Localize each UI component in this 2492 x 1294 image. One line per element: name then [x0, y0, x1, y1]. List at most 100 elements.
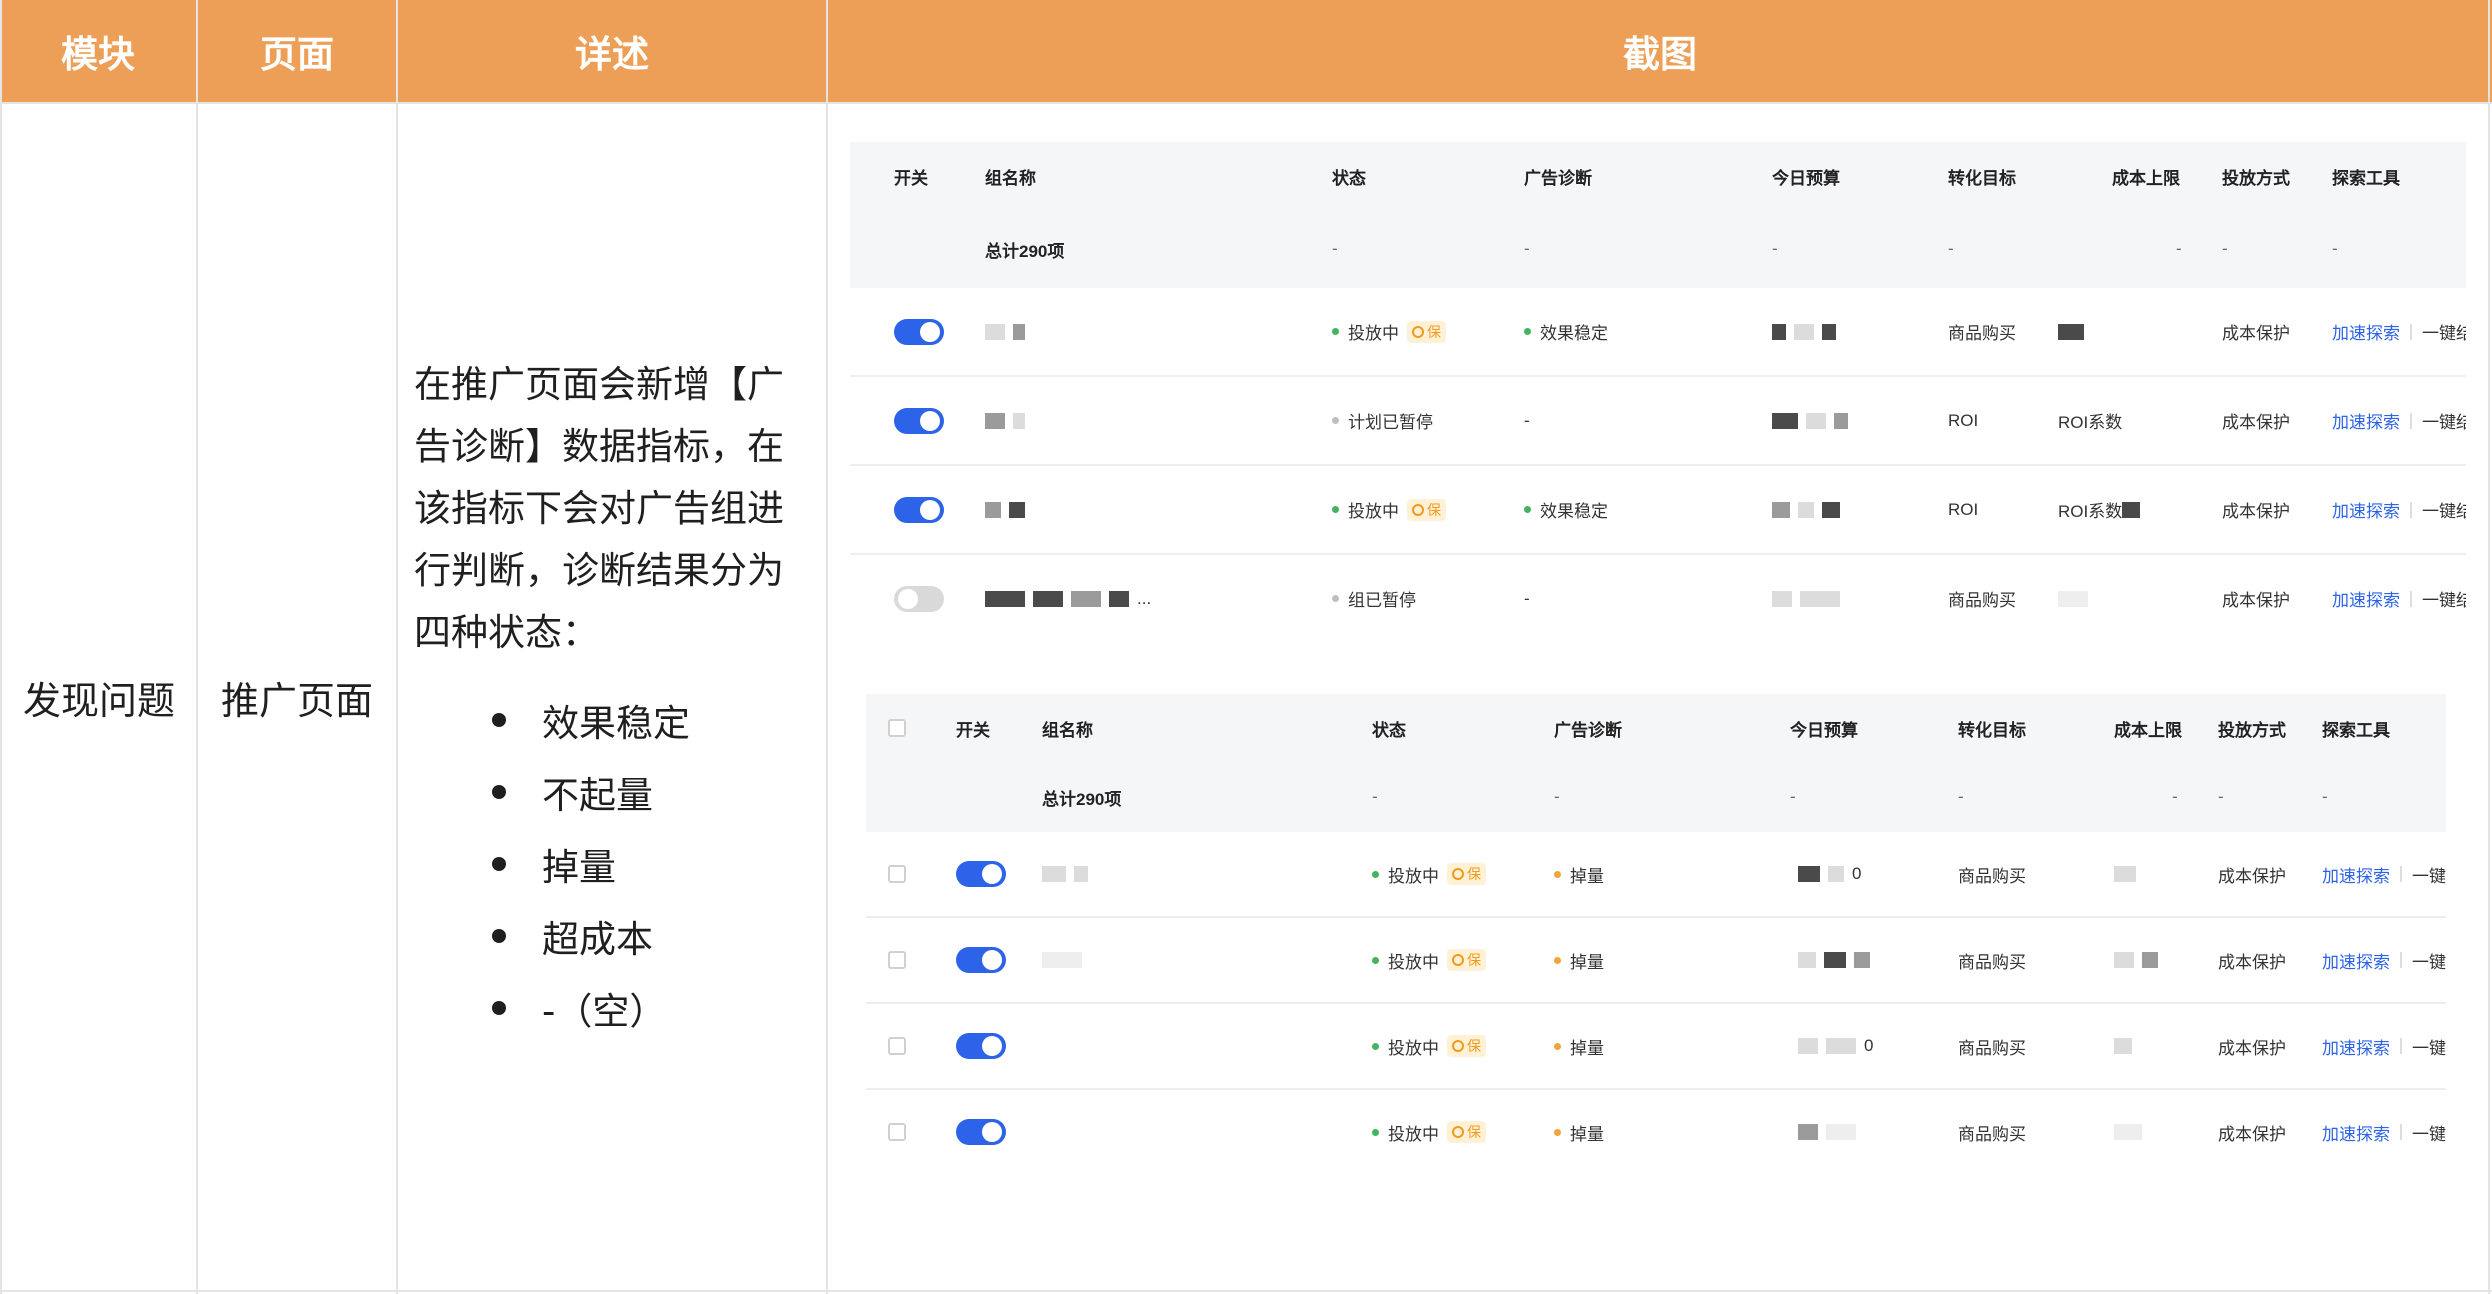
status-dot: [1554, 1128, 1561, 1136]
grid-line: [826, 0, 828, 1294]
bullet-dot: [492, 857, 506, 871]
one-click-action-link[interactable]: 一键结: [2412, 1034, 2446, 1059]
guarantee-badge: 保: [1447, 1035, 1486, 1057]
row-checkbox[interactable]: [888, 865, 906, 883]
select-all-checkbox[interactable]: [888, 719, 906, 737]
row-select-cell[interactable]: [888, 1004, 906, 1088]
one-click-action-link[interactable]: 一键结: [2412, 862, 2446, 887]
conversion-goal-text: ROI: [1948, 499, 1979, 519]
table-row: 投放中 保 掉量 0 商品购买 成本保护 加速探索一键结: [866, 1004, 2446, 1090]
state-item: 效果稳定: [492, 684, 690, 756]
switch-knob: [982, 1122, 1002, 1142]
diagnosis-cell: -: [1524, 377, 1530, 464]
table-row: 投放中 保 掉量 商品购买 成本保护 加速探索一键结: [866, 918, 2446, 1004]
redacted-group-name: [985, 323, 1005, 340]
col-cost-cap: 成本上限: [2112, 168, 2180, 188]
group-name-cell[interactable]: [1042, 918, 1090, 1002]
redacted-budget: [1822, 501, 1840, 518]
switch-cell[interactable]: [894, 555, 944, 642]
delivery-method-text: 成本保护: [2218, 1124, 2286, 1144]
clock-icon: [1412, 325, 1424, 338]
one-click-action-link[interactable]: 一键结: [2412, 1120, 2446, 1145]
accelerate-explore-link[interactable]: 加速探索: [2332, 497, 2400, 522]
switch-toggle[interactable]: [956, 947, 1006, 973]
one-click-action-link[interactable]: 一键结: [2412, 948, 2446, 973]
switch-toggle[interactable]: [894, 318, 944, 345]
method-cell: 成本保护: [2222, 377, 2290, 464]
redacted-cost: [2114, 952, 2134, 968]
status-dot: [1372, 956, 1379, 964]
divider: [2400, 866, 2402, 882]
status-text: 投放中: [1388, 1124, 1439, 1144]
status-text: 投放中: [1348, 502, 1399, 521]
state-item: 超成本: [492, 900, 690, 972]
accelerate-explore-link[interactable]: 加速探索: [2322, 1120, 2390, 1145]
delivery-method-text: 成本保护: [2222, 502, 2290, 521]
divider: [2410, 590, 2412, 607]
group-name-cell[interactable]: [985, 288, 1033, 375]
status-dot: [1524, 328, 1531, 335]
conversion-goal-text: 商品购买: [1948, 591, 2016, 610]
header-page: 页面: [198, 0, 396, 102]
group-name-cell[interactable]: [1042, 832, 1096, 916]
group-name-cell[interactable]: [985, 377, 1033, 464]
diagnosis-cell: 掉量: [1554, 918, 1604, 1002]
row-select-cell[interactable]: [888, 1090, 906, 1174]
redacted-group-name: [1009, 501, 1025, 518]
state-item: -（空）: [492, 972, 690, 1044]
one-click-action-link[interactable]: 一键结: [2422, 319, 2466, 344]
switch-toggle[interactable]: [894, 407, 944, 434]
redacted-budget: [1800, 590, 1840, 607]
guarantee-badge: 保: [1447, 1121, 1486, 1143]
row-checkbox[interactable]: [888, 951, 906, 969]
switch-knob: [982, 950, 1002, 970]
bullet-dot: [492, 785, 506, 799]
explore-tool-cell: 加速探索一键结: [2332, 466, 2466, 553]
divider: [2400, 1038, 2402, 1054]
col-group-name: 组名称: [985, 168, 1036, 188]
row-checkbox[interactable]: [888, 1123, 906, 1141]
switch-cell[interactable]: [894, 288, 944, 375]
switch-cell[interactable]: [956, 1004, 1006, 1088]
switch-toggle[interactable]: [894, 496, 944, 523]
switch-toggle[interactable]: [894, 585, 944, 612]
accelerate-explore-link[interactable]: 加速探索: [2332, 586, 2400, 611]
delivery-method-text: 成本保护: [2222, 324, 2290, 343]
divider: [2410, 501, 2412, 518]
clock-icon: [1412, 503, 1424, 516]
switch-toggle[interactable]: [956, 1119, 1006, 1145]
switch-cell[interactable]: [894, 377, 944, 464]
accelerate-explore-link[interactable]: 加速探索: [2322, 1034, 2390, 1059]
row-select-cell[interactable]: [888, 918, 906, 1002]
switch-cell[interactable]: [956, 918, 1006, 1002]
accelerate-explore-link[interactable]: 加速探索: [2322, 948, 2390, 973]
accelerate-explore-link[interactable]: 加速探索: [2322, 862, 2390, 887]
redacted-budget: [1798, 1124, 1818, 1140]
accelerate-explore-link[interactable]: 加速探索: [2332, 408, 2400, 433]
state-list: 效果稳定 不起量 掉量 超成本 -（空）: [492, 684, 690, 1044]
row-select-cell[interactable]: [888, 832, 906, 916]
method-cell: 成本保护: [2222, 466, 2290, 553]
group-name-cell[interactable]: ...: [985, 555, 1151, 642]
switch-cell[interactable]: [956, 832, 1006, 916]
guarantee-label: 保: [1427, 501, 1441, 518]
explore-tool-cell: 加速探索一键结: [2322, 832, 2446, 916]
row-checkbox[interactable]: [888, 1037, 906, 1055]
one-click-action-link[interactable]: 一键结: [2422, 497, 2466, 522]
table-row: 投放中 保 效果稳定 商品购买 成本保护 加速探索 一键结: [850, 288, 2466, 377]
budget-cell: [1772, 466, 1848, 553]
goal-cell: 商品购买: [1958, 1004, 2026, 1088]
switch-toggle[interactable]: [956, 1033, 1006, 1059]
switch-toggle[interactable]: [956, 861, 1006, 887]
group-name-cell[interactable]: [985, 466, 1033, 553]
switch-knob: [982, 864, 1002, 884]
one-click-action-link[interactable]: 一键结: [2422, 408, 2466, 433]
switch-cell[interactable]: [956, 1090, 1006, 1174]
one-click-action-link[interactable]: 一键结: [2422, 586, 2466, 611]
redacted-group-name: [1013, 323, 1025, 340]
table-row: 投放中 保 效果稳定 ROI ROI系数 成本保护 加速探索 一键结: [850, 466, 2466, 555]
accelerate-explore-link[interactable]: 加速探索: [2332, 319, 2400, 344]
redacted-group-name: [1042, 952, 1082, 968]
switch-cell[interactable]: [894, 466, 944, 553]
redacted-budget: [1854, 952, 1870, 968]
